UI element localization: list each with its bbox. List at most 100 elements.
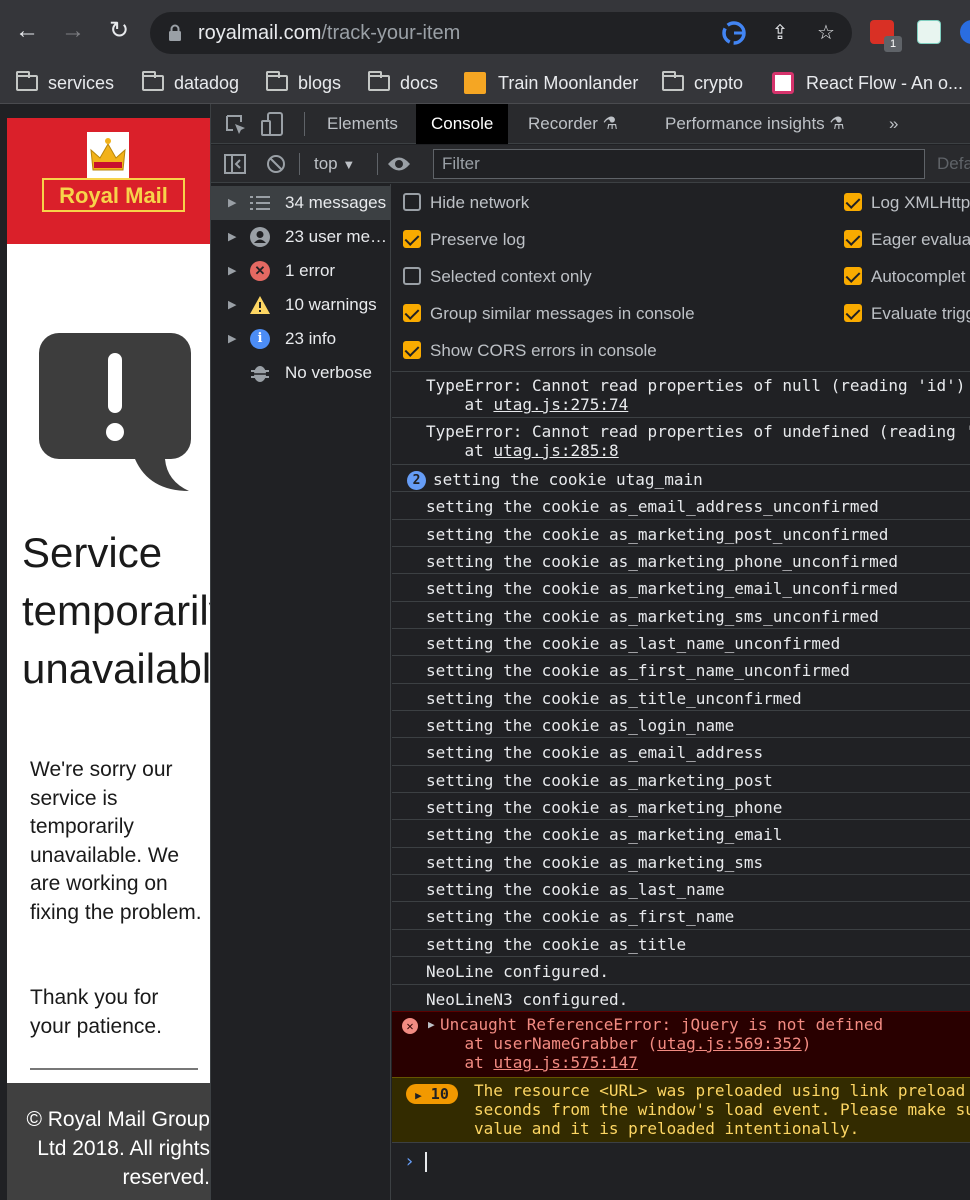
console-message[interactable]: NeoLine configured. [392,956,970,984]
sidebar-toggle-icon[interactable] [224,154,246,174]
eye-icon[interactable] [387,155,411,173]
more-tabs-button[interactable]: » [874,104,913,144]
checkbox[interactable] [403,267,421,285]
console-message[interactable]: setting the cookie as_marketing_phone [392,792,970,819]
expand-arrow-icon[interactable]: ▶ [228,288,236,322]
source-link[interactable]: utag.js:569:352 [657,1034,802,1053]
console-message[interactable]: setting the cookie as_first_name [392,901,970,929]
sidebar-label: 10 warnings [285,295,377,314]
console-message[interactable]: setting the cookie as_email_address_unco… [392,491,970,519]
copyright-text: © Royal Mail Group Ltd 2018. All rights … [26,1108,210,1189]
console-message[interactable]: TypeError: Cannot read properties of und… [392,417,970,464]
bookmark-train-moonlander[interactable]: Train Moonlander [464,68,638,98]
bookmark-blogs[interactable]: blogs [266,68,341,98]
tab-console[interactable]: Console [416,104,509,144]
console-message[interactable]: setting the cookie as_marketing_sms [392,847,970,874]
console-message[interactable]: setting the cookie as_marketing_post [392,765,970,792]
message-text: setting the cookie as_marketing_post [426,771,773,790]
console-message[interactable]: setting the cookie as_first_name_unconfi… [392,655,970,683]
checkbox[interactable] [403,193,421,211]
checkbox[interactable] [403,230,421,248]
star-icon[interactable]: ☆ [814,21,838,45]
checkbox[interactable] [844,193,862,211]
console-message[interactable]: setting the cookie as_last_name [392,874,970,901]
warning-text: The resource <URL> was preloaded using l… [474,1081,970,1100]
sidebar-item-info[interactable]: ▶ i 23 info [211,322,391,356]
expand-arrow-icon[interactable]: ▶ [228,322,236,356]
tab-elements[interactable]: Elements [312,104,413,144]
console-message[interactable]: setting the cookie as_marketing_sms_unco… [392,601,970,628]
warning-count-badge[interactable]: ▶ 10 [406,1084,458,1104]
user-icon [250,227,270,247]
sidebar-item-errors[interactable]: ▶ ✕ 1 error [211,254,391,288]
address-bar[interactable]: royalmail.com/track-your-item ⇪ ☆ [150,12,852,54]
message-text: setting the cookie as_first_name_unconfi… [426,661,850,680]
console-message[interactable]: setting the cookie as_login_name [392,710,970,737]
expand-arrow-icon[interactable]: ▶ [228,186,236,220]
checkbox-label: Eager evalua [871,230,970,249]
expand-arrow-icon[interactable]: ▶ [428,1018,435,1031]
console-message[interactable]: setting the cookie as_title_unconfirmed [392,683,970,710]
filter-input[interactable]: Filter [433,149,925,179]
info-icon: i [250,329,270,349]
bookmark-services[interactable]: services [16,68,114,98]
checkbox[interactable] [844,267,862,285]
console-error-message[interactable]: ✕ ▶ Uncaught ReferenceError: jQuery is n… [392,1011,970,1077]
inspect-element-icon[interactable] [225,114,247,136]
console-message[interactable]: setting the cookie as_email_address [392,737,970,765]
sidebar-label: No verbose [285,363,372,382]
bookmark-crypto[interactable]: crypto [662,68,743,98]
expand-arrow-icon[interactable]: ▶ [228,220,236,254]
url-text[interactable]: royalmail.com/track-your-item [198,22,460,45]
tab-recorder[interactable]: Recorder ⚗ [513,104,633,144]
extension-blue-icon[interactable] [960,20,970,44]
checkbox[interactable] [403,304,421,322]
title-line: unavailable [22,645,210,692]
message-text: setting the cookie as_marketing_email_un… [426,579,899,598]
console-message[interactable]: setting the cookie as_marketing_post_unc… [392,519,970,546]
console-message[interactable]: setting the cookie as_marketing_phone_un… [392,546,970,573]
extension-lino-icon[interactable] [917,20,941,44]
source-link[interactable]: utag.js:575:147 [493,1053,638,1072]
bookmark-datadog[interactable]: datadog [142,68,239,98]
source-link[interactable]: utag.js:275:74 [493,395,628,414]
warning-text: value and it is preloaded intentionally. [474,1119,860,1138]
lock-icon[interactable] [168,24,182,42]
back-arrow-icon[interactable]: ← [12,16,42,46]
tab-label: Recorder [528,114,598,133]
tab-performance-insights[interactable]: Performance insights ⚗ [650,104,860,144]
sidebar-item-verbose[interactable]: No verbose [211,356,391,390]
message-text: setting the cookie as_email_address [426,743,764,762]
bookmark-docs[interactable]: docs [368,68,438,98]
checkbox[interactable] [844,304,862,322]
default-levels-dropdown[interactable]: Defa [937,145,970,183]
checkbox[interactable] [403,341,421,359]
console-message[interactable]: TypeError: Cannot read properties of nul… [392,371,970,417]
expand-arrow-icon[interactable]: ▶ [228,254,236,288]
console-message[interactable]: 2 setting the cookie utag_main [392,464,970,491]
console-message[interactable]: NeoLineN3 configured. [392,984,970,1011]
context-label: top [314,154,338,173]
console-message[interactable]: setting the cookie as_marketing_email [392,819,970,847]
device-toolbar-icon[interactable] [261,112,285,138]
clear-console-icon[interactable] [266,154,286,174]
console-message[interactable]: setting the cookie as_title [392,929,970,956]
tab-label: Performance insights [665,114,825,133]
reload-icon[interactable]: ↻ [104,16,134,46]
google-icon[interactable] [722,21,746,45]
checkbox[interactable] [844,230,862,248]
share-icon[interactable]: ⇪ [768,21,792,45]
console-message[interactable]: setting the cookie as_last_name_unconfir… [392,628,970,655]
console-warning-message[interactable]: ▶ 10 The resource <URL> was preloaded us… [392,1077,970,1142]
checkbox-label: Show CORS errors in console [430,341,657,360]
royal-mail-logo[interactable]: Royal Mail [42,178,185,212]
source-link[interactable]: utag.js:285:8 [493,441,618,460]
context-selector[interactable]: top ▼ [314,145,355,183]
sidebar-item-warnings[interactable]: ▶ 10 warnings [211,288,391,322]
sidebar-item-user-messages[interactable]: ▶ 23 user me… [211,220,391,254]
console-message[interactable]: setting the cookie as_marketing_email_un… [392,573,970,601]
bookmark-react-flow[interactable]: React Flow - An o... [772,68,963,98]
sidebar-item-messages[interactable]: ▶ 34 messages [211,186,391,220]
forward-arrow-icon[interactable]: → [58,16,88,46]
console-prompt[interactable]: › [392,1142,970,1182]
